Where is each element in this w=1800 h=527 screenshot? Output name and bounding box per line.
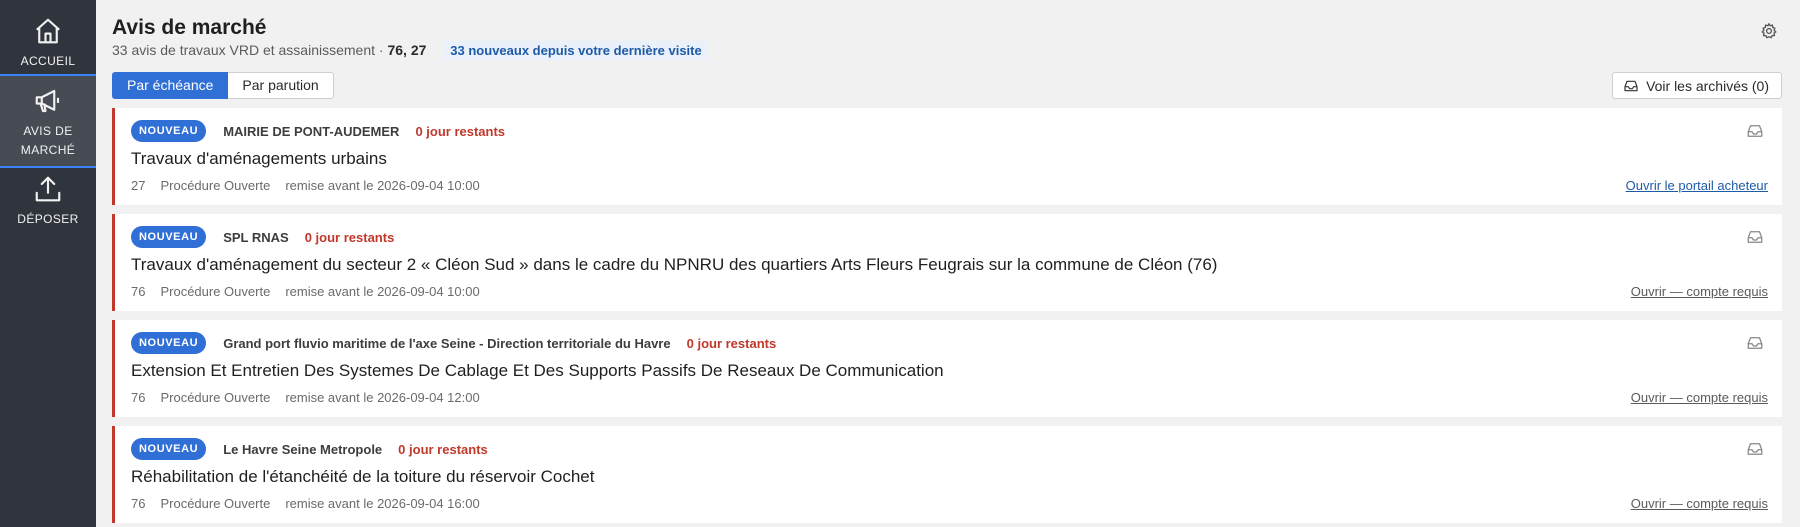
tab-par-echeance[interactable]: Par échéance [112, 72, 229, 99]
notice-card[interactable]: NOUVEAU Grand port fluvio maritime de l'a… [112, 320, 1782, 417]
notice-title[interactable]: Travaux d'aménagement du secteur 2 « Clé… [131, 255, 1217, 275]
sidebar-item-label: ACCUEIL [20, 54, 76, 68]
buyer-name: SPL RNAS [223, 229, 289, 245]
notice-info-row: 76 Procédure Ouverte remise avant le 2026-… [131, 284, 495, 299]
notice-list: NOUVEAU MAIRIE DE PONT-AUDEMER 0 jour rest… [112, 108, 1782, 527]
notice-meta-row: NOUVEAU Grand port fluvio maritime de l'a… [131, 332, 776, 354]
home-icon [36, 18, 60, 44]
notice-count: 33 avis de travaux VRD et assainissement… [112, 42, 388, 58]
procedure-type: Procédure Ouverte [160, 496, 271, 511]
department-codes: 76, 27 [387, 42, 427, 58]
archive-icon[interactable] [1746, 122, 1764, 140]
deadline: remise avant le 2026-09-04 10:00 [285, 178, 480, 193]
procedure-type: Procédure Ouverte [160, 284, 271, 299]
view-archives-button[interactable]: Voir les archivés (0) [1612, 72, 1782, 99]
archive-icon[interactable] [1746, 228, 1764, 246]
new-badge: NOUVEAU [131, 332, 207, 354]
new-badge: NOUVEAU [131, 120, 207, 142]
inbox-icon [1624, 80, 1638, 91]
notice-info-row: 76 Procédure Ouverte remise avant le 2026-… [131, 496, 495, 511]
department-code: 76 [131, 284, 146, 299]
notice-card[interactable]: NOUVEAU SPL RNAS 0 jour restants Travaux d'… [112, 214, 1782, 311]
sort-tabs: Par échéance Par parution [112, 72, 334, 99]
portal-link[interactable]: Ouvrir — compte requis [1631, 284, 1768, 299]
notice-info-row: 76 Procédure Ouverte remise avant le 2026-… [131, 390, 495, 405]
view-archives-label: Voir les archivés (0) [1646, 77, 1769, 94]
department-code: 76 [131, 390, 146, 405]
new-badge: NOUVEAU [131, 438, 207, 460]
buyer-name: Grand port fluvio maritime de l'axe Sein… [223, 335, 671, 351]
new-since-badge: 33 nouveaux depuis votre dernière visite [444, 41, 708, 60]
sidebar-item-accueil[interactable]: ACCUEIL [0, 16, 96, 71]
notice-info-row: 27 Procédure Ouverte remise avant le 2026-… [131, 178, 495, 193]
notice-title[interactable]: Travaux d'aménagements urbains [131, 149, 387, 169]
notice-meta-row: NOUVEAU SPL RNAS 0 jour restants [131, 226, 394, 248]
deadline: remise avant le 2026-09-04 12:00 [285, 390, 480, 405]
archive-icon[interactable] [1746, 440, 1764, 458]
procedure-type: Procédure Ouverte [160, 390, 271, 405]
portal-link[interactable]: Ouvrir — compte requis [1631, 496, 1768, 511]
buyer-name: MAIRIE DE PONT-AUDEMER [223, 123, 400, 139]
notice-card[interactable]: NOUVEAU Le Havre Seine Metropole 0 jour re… [112, 426, 1782, 523]
department-code: 76 [131, 496, 146, 511]
days-remaining: 0 jour restants [304, 229, 395, 245]
archive-icon[interactable] [1746, 334, 1764, 352]
days-remaining: 0 jour restants [398, 441, 488, 457]
notice-meta-row: NOUVEAU MAIRIE DE PONT-AUDEMER 0 jour rest… [131, 120, 505, 142]
page-title: Avis de marché [112, 16, 267, 39]
portal-link[interactable]: Ouvrir le portail acheteur [1626, 178, 1768, 193]
upload-icon [35, 176, 61, 202]
notice-title[interactable]: Extension Et Entretien Des Systemes De C… [131, 361, 944, 381]
gear-icon[interactable] [1760, 22, 1778, 40]
new-badge: NOUVEAU [131, 226, 207, 248]
sidebar: ACCUEIL AVIS DE MARCHÉ DÉPOSER [0, 0, 96, 527]
portal-link[interactable]: Ouvrir — compte requis [1631, 390, 1768, 405]
tab-par-parution[interactable]: Par parution [228, 72, 334, 99]
sidebar-item-deposer[interactable]: DÉPOSER [0, 174, 96, 229]
days-remaining: 0 jour restants [415, 123, 506, 139]
sidebar-item-label: AVIS DE MARCHÉ [20, 124, 76, 157]
days-remaining: 0 jour restants [686, 335, 777, 351]
department-code: 27 [131, 178, 146, 193]
notice-title[interactable]: Réhabilitation de l'étanchéité de la toi… [131, 467, 594, 487]
main-content: Avis de marché 33 avis de travaux VRD et… [96, 0, 1800, 527]
procedure-type: Procédure Ouverte [160, 178, 271, 193]
sidebar-item-avis-de-marche[interactable]: AVIS DE MARCHÉ [0, 74, 96, 168]
deadline: remise avant le 2026-09-04 10:00 [285, 284, 480, 299]
notice-card[interactable]: NOUVEAU MAIRIE DE PONT-AUDEMER 0 jour rest… [112, 108, 1782, 205]
deadline: remise avant le 2026-09-04 16:00 [285, 496, 480, 511]
buyer-name: Le Havre Seine Metropole [223, 441, 383, 457]
notice-meta-row: NOUVEAU Le Havre Seine Metropole 0 jour re… [131, 438, 488, 460]
megaphone-icon [35, 89, 60, 113]
page-subtitle: 33 avis de travaux VRD et assainissement… [112, 41, 708, 60]
sidebar-item-label: DÉPOSER [17, 212, 79, 226]
